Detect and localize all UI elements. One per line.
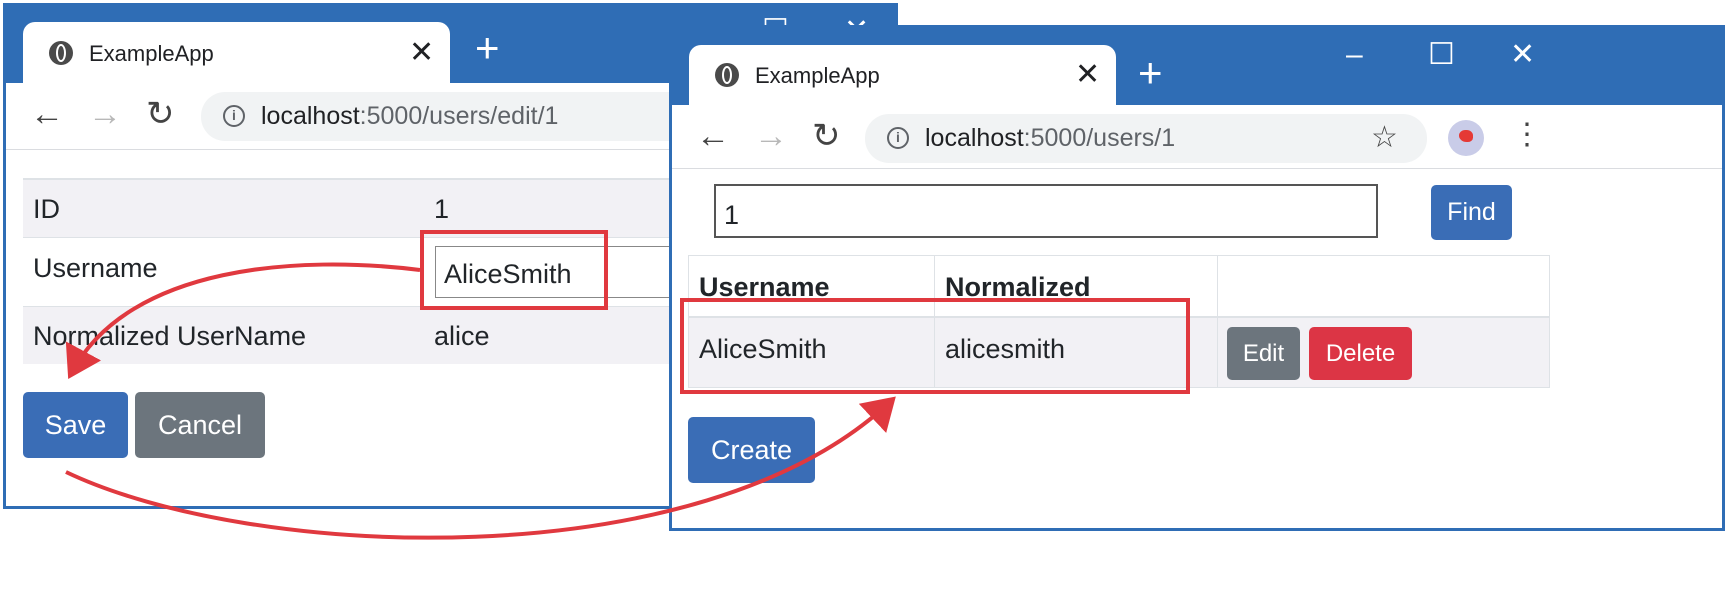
reload-icon[interactable]: ↻ xyxy=(812,119,841,153)
row-value-id: 1 xyxy=(434,194,450,224)
new-tab-icon[interactable]: + xyxy=(475,27,500,69)
profile-avatar-icon[interactable] xyxy=(1448,120,1484,156)
find-button[interactable]: Find xyxy=(1431,185,1512,240)
back-icon[interactable]: ← xyxy=(30,97,64,131)
url-host: localhost xyxy=(261,102,360,130)
row-label-username: Username xyxy=(33,253,158,283)
tab-title: ExampleApp xyxy=(755,63,880,88)
search-input[interactable]: 1 xyxy=(714,184,1378,238)
forward-icon[interactable]: → xyxy=(754,119,788,153)
search-input-value: 1 xyxy=(724,200,740,230)
back-icon[interactable]: ← xyxy=(696,119,730,153)
globe-icon xyxy=(715,63,739,87)
info-icon[interactable]: i xyxy=(223,105,245,127)
globe-icon xyxy=(49,41,73,65)
save-button[interactable]: Save xyxy=(23,392,128,458)
close-tab-icon[interactable]: ✕ xyxy=(1075,60,1100,90)
address-bar[interactable]: i localhost:5000/users/1 ☆ xyxy=(865,114,1427,163)
info-icon[interactable]: i xyxy=(887,127,909,149)
close-window-icon[interactable]: ✕ xyxy=(1510,40,1535,70)
cancel-button[interactable]: Cancel xyxy=(135,392,265,458)
menu-icon[interactable]: ⋮ xyxy=(1512,120,1542,150)
browser-tab[interactable]: ExampleApp ✕ xyxy=(689,45,1116,107)
minimize-icon[interactable]: – xyxy=(1346,40,1363,70)
browser-tab[interactable]: ExampleApp ✕ xyxy=(23,22,450,84)
row-label-id: ID xyxy=(33,194,60,224)
tab-title: ExampleApp xyxy=(89,41,214,66)
browser-window-list: ExampleApp ✕ + – ☐ ✕ ← → ↻ i localhost:5… xyxy=(669,25,1725,531)
url-path: :5000/users/edit/1 xyxy=(359,102,559,130)
highlight-box-row xyxy=(680,298,1190,394)
url-text: localhost:5000/users/1 xyxy=(925,124,1175,153)
highlight-box-username xyxy=(420,230,608,310)
new-tab-icon[interactable]: + xyxy=(1138,52,1163,94)
url-host: localhost xyxy=(925,124,1024,152)
create-button[interactable]: Create xyxy=(688,417,815,483)
row-label-normalized: Normalized UserName xyxy=(33,321,307,351)
maximize-icon[interactable]: ☐ xyxy=(1428,40,1455,70)
forward-icon[interactable]: → xyxy=(88,97,122,131)
col-divider xyxy=(1217,318,1218,387)
edit-button[interactable]: Edit xyxy=(1227,327,1300,380)
close-tab-icon[interactable]: ✕ xyxy=(409,38,434,68)
toolbar: ← → ↻ i localhost:5000/users/1 ☆ ⋮ xyxy=(672,105,1722,169)
reload-icon[interactable]: ↻ xyxy=(146,97,175,131)
url-path: :5000/users/1 xyxy=(1023,124,1176,152)
delete-button[interactable]: Delete xyxy=(1309,327,1412,380)
row-value-normalized: alice xyxy=(434,321,490,351)
url-text: localhost:5000/users/edit/1 xyxy=(261,102,558,131)
bookmark-star-icon[interactable]: ☆ xyxy=(1371,123,1398,153)
